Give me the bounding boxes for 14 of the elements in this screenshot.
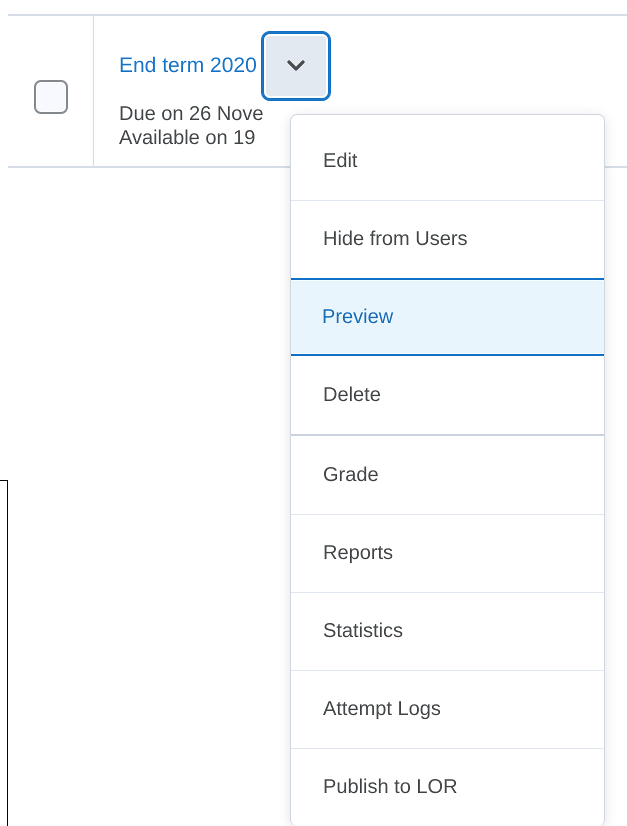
menu-item[interactable]: Publish to LOR [291,748,604,826]
menu-item[interactable]: Grade [291,436,604,514]
menu-item[interactable]: Statistics [291,592,604,670]
menu-item[interactable]: Reports [291,514,604,592]
menu-item[interactable]: Attempt Logs [291,670,604,748]
actions-dropdown-button[interactable] [260,31,331,101]
chevron-down-icon [286,60,305,72]
menu-item[interactable]: Delete [291,356,604,434]
due-date-text: Due on 26 Nove [119,102,265,126]
checkbox[interactable] [34,80,68,114]
availability-text: Available on 19 [119,126,256,150]
menu-item[interactable]: Preview [291,278,604,356]
quiz-title-link[interactable]: End term 2020 [119,54,257,78]
menu-item[interactable]: Edit [291,122,604,200]
